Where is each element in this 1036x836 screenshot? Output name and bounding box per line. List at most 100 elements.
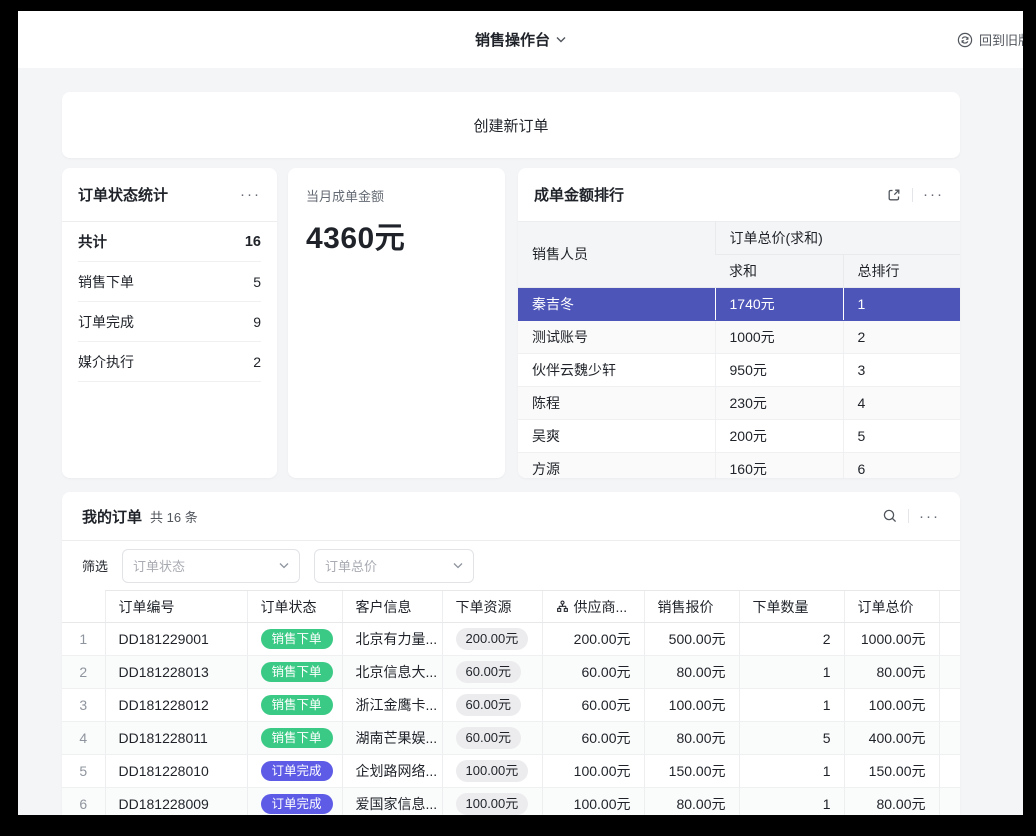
more-icon[interactable]: ··· [923,187,944,202]
person-name: 测试账号 [518,320,715,353]
col-header-person: 销售人员 [518,222,715,287]
person-sum: 1000元 [715,320,843,353]
order-row[interactable]: 6 DD181228009 订单完成 爱国家信息... 100.00元 100.… [62,788,960,816]
person-rank: 2 [843,320,960,353]
row-number: 1 [62,623,105,656]
monthly-amount-value: 4360元 [306,213,487,257]
open-external-icon[interactable] [886,187,902,203]
order-row[interactable]: 4 DD181228011 销售下单 湖南芒果娱... 60.00元 60.00… [62,722,960,755]
workspace-switcher[interactable]: 销售操作台 [18,11,1023,68]
status-pill: 销售下单 [261,728,333,749]
col-header-order-status[interactable]: 订单状态 [247,591,342,623]
chevron-down-icon [556,36,566,43]
filter-order-total-select[interactable]: 订单总价 [314,549,474,583]
status-pill: 销售下单 [261,629,333,650]
status-card-header: 订单状态统计 ··· [62,168,277,222]
status-row[interactable]: 销售下单 5 [78,262,261,302]
col-header-supplier-label: 供应商... [574,597,628,617]
quote-cell: 80.00元 [644,656,739,689]
col-header-supplier[interactable]: 供应商... [542,591,644,623]
order-status-stats-card: 订单状态统计 ··· 共计 16 销售下单 5 订单完成 9 媒介执行 2 [62,168,277,478]
ranking-row[interactable]: 陈程 230元 4 [518,386,960,419]
person-rank: 5 [843,419,960,452]
status-row[interactable]: 订单完成 9 [78,302,261,342]
back-to-old-version-button[interactable]: 回到旧版 [957,11,1023,68]
orders-card-title: 我的订单 [82,506,142,527]
ranking-row[interactable]: 伙伴云魏少轩 950元 3 [518,353,960,386]
col-header-rank: 总排行 [843,254,960,287]
order-row[interactable]: 2 DD181228013 销售下单 北京信息大... 60.00元 60.00… [62,656,960,689]
row-number: 6 [62,788,105,816]
col-header-sum: 求和 [715,254,843,287]
quote-cell: 150.00元 [644,755,739,788]
monthly-amount-label: 当月成单金额 [306,186,487,205]
supplier-cell: 200.00元 [542,623,644,656]
col-header-resource[interactable]: 下单资源 [442,591,542,623]
more-icon[interactable]: ··· [240,187,261,202]
quote-cell: 80.00元 [644,722,739,755]
status-value: 2 [253,354,261,370]
ranking-row[interactable]: 吴爽 200元 5 [518,419,960,452]
resource-tag: 60.00元 [456,661,522,683]
total-cell: 150.00元 [844,755,939,788]
col-header-order-id[interactable]: 订单编号 [105,591,247,623]
resource-tag: 100.00元 [456,760,529,782]
person-rank: 4 [843,386,960,419]
row-number: 2 [62,656,105,689]
status-row-total[interactable]: 共计 16 [78,222,261,262]
supplier-cell: 100.00元 [542,755,644,788]
row-number: 5 [62,755,105,788]
total-cell: 80.00元 [844,656,939,689]
qty-cell: 2 [739,623,844,656]
status-pill: 销售下单 [261,662,333,683]
order-row[interactable]: 5 DD181228010 订单完成 企划路网络... 100.00元 100.… [62,755,960,788]
ranking-row-selected[interactable]: 秦吉冬 1740元 1 [518,287,960,320]
supplier-cell: 100.00元 [542,788,644,816]
ranking-card-header: 成单金额排行 ··· [518,168,960,222]
person-name: 吴爽 [518,419,715,452]
customer-cell: 湖南芒果娱... [342,722,442,755]
customer-cell: 北京信息大... [342,656,442,689]
qty-cell: 1 [739,788,844,816]
status-rows: 共计 16 销售下单 5 订单完成 9 媒介执行 2 [62,222,277,382]
status-card-title: 订单状态统计 [78,184,168,205]
resource-tag: 60.00元 [456,694,522,716]
person-name: 伙伴云魏少轩 [518,353,715,386]
order-id: DD181228010 [105,755,247,788]
filter-label: 筛选 [82,556,108,575]
search-icon[interactable] [882,508,898,524]
person-name: 陈程 [518,386,715,419]
order-id: DD181228009 [105,788,247,816]
quote-cell: 100.00元 [644,689,739,722]
status-row[interactable]: 媒介执行 2 [78,342,261,382]
sliver-cell [939,656,960,689]
row-number: 4 [62,722,105,755]
person-sum: 230元 [715,386,843,419]
col-header-qty[interactable]: 下单数量 [739,591,844,623]
create-order-label: 创建新订单 [473,115,548,136]
total-cell: 1000.00元 [844,623,939,656]
order-row[interactable]: 1 DD181229001 销售下单 北京有力量... 200.00元 200.… [62,623,960,656]
chevron-down-icon [279,562,289,569]
order-row[interactable]: 3 DD181228012 销售下单 浙江金鹰卡... 60.00元 60.00… [62,689,960,722]
divider [912,188,913,202]
ranking-table: 销售人员 订单总价(求和) 求和 总排行 秦吉冬 1740元 1 测试账号 10… [518,222,960,478]
ranking-row[interactable]: 方源 160元 6 [518,452,960,478]
filter-order-status-select[interactable]: 订单状态 [122,549,300,583]
status-label: 订单完成 [78,312,134,332]
divider [908,509,909,523]
status-value: 5 [253,274,261,290]
col-header-quote[interactable]: 销售报价 [644,591,739,623]
customer-cell: 企划路网络... [342,755,442,788]
create-order-button[interactable]: 创建新订单 [62,92,960,158]
col-header-total[interactable]: 订单总价 [844,591,939,623]
sliver-cell [939,689,960,722]
person-name: 方源 [518,452,715,478]
filter-row: 筛选 订单状态 订单总价 [62,541,960,590]
ranking-row[interactable]: 测试账号 1000元 2 [518,320,960,353]
status-label: 销售下单 [78,272,134,292]
more-icon[interactable]: ··· [919,509,940,524]
order-id: DD181228012 [105,689,247,722]
person-sum: 950元 [715,353,843,386]
col-header-customer[interactable]: 客户信息 [342,591,442,623]
